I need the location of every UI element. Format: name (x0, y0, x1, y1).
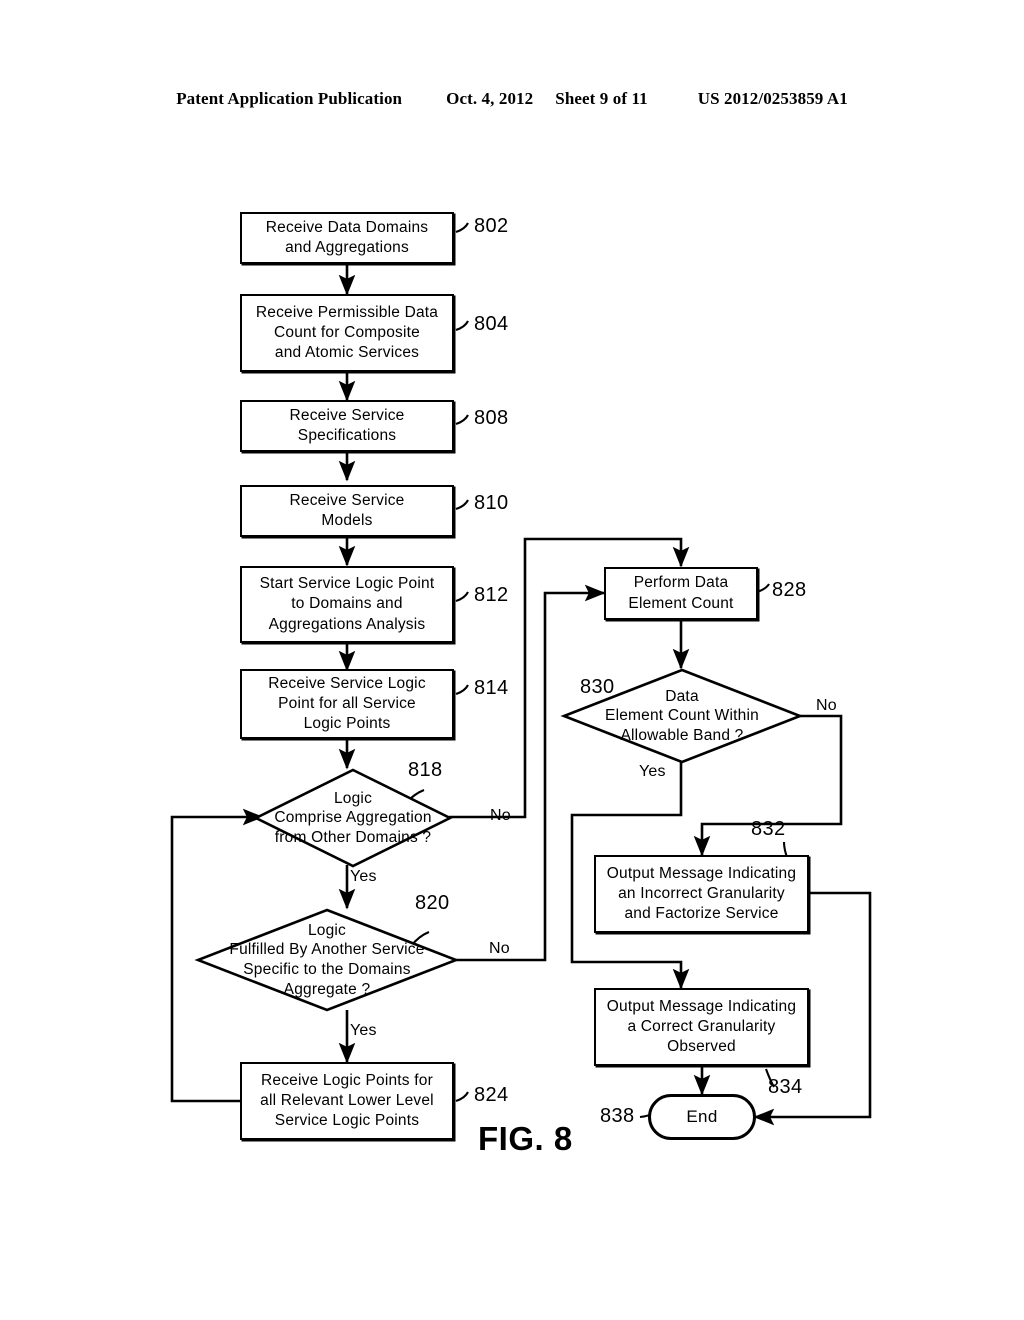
ref-numeral-838: 838 (600, 1105, 635, 1127)
ref-numeral-830: 830 (580, 676, 615, 698)
edge-label-820-no: No (489, 940, 510, 957)
edge-label-818-no: No (490, 807, 511, 824)
edge-label-830-yes: Yes (639, 763, 666, 780)
ref-numeral-824: 824 (474, 1084, 509, 1106)
flowchart-figure: Receive Data Domains and Aggregations Re… (0, 0, 1024, 1320)
edge-label-820-yes: Yes (350, 1022, 377, 1039)
ref-numeral-834: 834 (768, 1076, 803, 1098)
ref-numeral-808: 808 (474, 407, 509, 429)
node-810-label: Receive Service Models (289, 491, 405, 529)
node-808-label: Receive Service Specifications (289, 406, 405, 444)
edge-820no-828 (455, 584, 606, 962)
edge-label-830-no: No (816, 697, 837, 714)
edge-label-818-yes: Yes (350, 868, 377, 885)
leader-802 (455, 222, 469, 233)
ref-numeral-810: 810 (474, 492, 509, 514)
ref-numeral-832: 832 (751, 818, 786, 840)
node-832-output-incorrect-granularity[interactable]: Output Message Indicating an Incorrect G… (594, 855, 809, 933)
node-824-label: Receive Logic Points for all Relevant Lo… (260, 1071, 434, 1130)
node-828-perform-data-element-count[interactable]: Perform Data Element Count (604, 567, 758, 620)
leader-808 (455, 414, 469, 425)
node-838-end-terminator[interactable]: End (648, 1094, 756, 1140)
ref-numeral-814: 814 (474, 677, 509, 699)
figure-caption: FIG. 8 (478, 1120, 573, 1157)
node-832-label: Output Message Indicating an Incorrect G… (606, 864, 797, 923)
node-814-label: Receive Service Logic Point for all Serv… (268, 674, 426, 733)
leader-812 (455, 591, 469, 602)
node-818-decision-logic-comprise-aggregation[interactable]: Logic Comprise Aggregation from Other Do… (253, 768, 453, 868)
ref-numeral-828: 828 (772, 579, 807, 601)
node-834-output-correct-granularity[interactable]: Output Message Indicating a Correct Gran… (594, 988, 809, 1066)
ref-numeral-812: 812 (474, 584, 509, 606)
node-812-start-service-logic-point-analysis[interactable]: Start Service Logic Point to Domains and… (240, 566, 454, 643)
node-820-decision-logic-fulfilled-by-another-service[interactable]: Logic Fulfilled By Another Service Speci… (194, 908, 460, 1012)
node-802-label: Receive Data Domains and Aggregations (265, 218, 429, 256)
ref-numeral-820: 820 (415, 892, 450, 914)
node-818-shape (253, 768, 453, 868)
node-814-receive-service-logic-point[interactable]: Receive Service Logic Point for all Serv… (240, 669, 454, 739)
ref-numeral-818: 818 (408, 759, 443, 781)
leader-828 (756, 583, 770, 593)
node-820-shape (194, 908, 460, 1012)
leader-824 (455, 1091, 469, 1102)
node-828-label: Perform Data Element Count (628, 574, 734, 612)
node-808-receive-service-specifications[interactable]: Receive Service Specifications (240, 400, 454, 452)
node-812-label: Start Service Logic Point to Domains and… (259, 575, 435, 633)
leader-814 (455, 684, 469, 695)
ref-numeral-802: 802 (474, 215, 509, 237)
ref-numeral-804: 804 (474, 313, 509, 335)
node-824-receive-logic-points-lower-level[interactable]: Receive Logic Points for all Relevant Lo… (240, 1062, 454, 1140)
leader-810 (455, 499, 469, 510)
node-804-label: Receive Permissible Data Count for Compo… (255, 303, 439, 362)
node-804-receive-permissible-data-count[interactable]: Receive Permissible Data Count for Compo… (240, 294, 454, 372)
node-838-label: End (686, 1107, 718, 1126)
node-834-label: Output Message Indicating a Correct Gran… (606, 997, 797, 1056)
node-810-receive-service-models[interactable]: Receive Service Models (240, 485, 454, 537)
node-802-receive-data-domains[interactable]: Receive Data Domains and Aggregations (240, 212, 454, 264)
leader-804 (455, 320, 469, 331)
